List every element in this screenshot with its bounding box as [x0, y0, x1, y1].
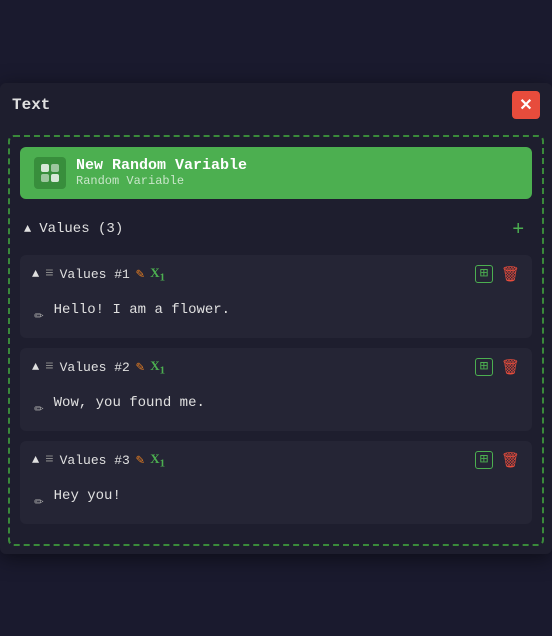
value-1-var-icon[interactable]: X1	[150, 265, 165, 284]
variable-name: New Random Variable	[76, 157, 247, 174]
value-1-text: Hello! I am a flower.	[54, 302, 230, 318]
values-section-left: ▲ Values (3)	[24, 221, 123, 237]
value-2-actions: ⊞ 🗑	[475, 358, 520, 377]
value-1-add-icon[interactable]: ⊞	[475, 265, 493, 283]
value-block-3: ▲ ≡ Values #3 ✎ X1 ⊞ 🗑 ✏ Hey you!	[20, 441, 532, 524]
value-header-left-1: ▲ ≡ Values #1 ✎ X1	[32, 265, 467, 284]
section-chevron-icon: ▲	[24, 222, 31, 236]
value-3-label: Values #3	[60, 453, 130, 468]
value-block-2: ▲ ≡ Values #2 ✎ X1 ⊞ 🗑 ✏ Wow, you found …	[20, 348, 532, 431]
value-1-delete-icon[interactable]: 🗑	[501, 265, 520, 284]
value-2-edit-icon[interactable]: ✎	[136, 359, 144, 376]
value-3-delete-icon[interactable]: 🗑	[501, 451, 520, 470]
variable-info: New Random Variable Random Variable	[76, 157, 247, 188]
value-3-actions: ⊞ 🗑	[475, 451, 520, 470]
value-1-pencil-icon: ✏	[34, 304, 44, 324]
value-2-content: ✏ Wow, you found me.	[20, 387, 532, 431]
value-2-delete-icon[interactable]: 🗑	[501, 358, 520, 377]
close-button[interactable]: ✕	[512, 91, 540, 119]
value-header-1: ▲ ≡ Values #1 ✎ X1 ⊞ 🗑	[20, 255, 532, 294]
value-2-var-icon[interactable]: X1	[150, 358, 165, 377]
value-header-left-3: ▲ ≡ Values #3 ✎ X1	[32, 451, 467, 470]
value-1-chevron-icon: ▲	[32, 267, 39, 281]
main-content: New Random Variable Random Variable ▲ Va…	[8, 135, 544, 546]
value-2-label: Values #2	[60, 360, 130, 375]
values-section-label: Values (3)	[39, 221, 123, 237]
value-2-drag-icon[interactable]: ≡	[45, 359, 53, 375]
add-value-button[interactable]: +	[508, 219, 528, 239]
value-1-edit-icon[interactable]: ✎	[136, 266, 144, 283]
value-header-2: ▲ ≡ Values #2 ✎ X1 ⊞ 🗑	[20, 348, 532, 387]
random-variable-icon	[39, 162, 61, 184]
value-2-text: Wow, you found me.	[54, 395, 205, 411]
value-1-actions: ⊞ 🗑	[475, 265, 520, 284]
value-2-chevron-icon: ▲	[32, 360, 39, 374]
title-bar: Text ✕	[0, 83, 552, 127]
value-1-drag-icon[interactable]: ≡	[45, 266, 53, 282]
variable-type: Random Variable	[76, 174, 247, 188]
value-3-drag-icon[interactable]: ≡	[45, 452, 53, 468]
value-1-label: Values #1	[60, 267, 130, 282]
variable-card: New Random Variable Random Variable	[20, 147, 532, 199]
value-3-pencil-icon: ✏	[34, 490, 44, 510]
variable-card-icon	[34, 157, 66, 189]
window-title: Text	[12, 96, 50, 114]
text-window: Text ✕ New Random Variable Random Variab…	[0, 83, 552, 554]
value-header-left-2: ▲ ≡ Values #2 ✎ X1	[32, 358, 467, 377]
value-3-chevron-icon: ▲	[32, 453, 39, 467]
value-3-edit-icon[interactable]: ✎	[136, 452, 144, 469]
value-1-content: ✏ Hello! I am a flower.	[20, 294, 532, 338]
value-3-add-icon[interactable]: ⊞	[475, 451, 493, 469]
value-3-var-icon[interactable]: X1	[150, 451, 165, 470]
value-3-content: ✏ Hey you!	[20, 480, 532, 524]
values-section-header: ▲ Values (3) +	[20, 213, 532, 245]
value-2-pencil-icon: ✏	[34, 397, 44, 417]
value-2-add-icon[interactable]: ⊞	[475, 358, 493, 376]
value-header-3: ▲ ≡ Values #3 ✎ X1 ⊞ 🗑	[20, 441, 532, 480]
value-block-1: ▲ ≡ Values #1 ✎ X1 ⊞ 🗑 ✏ Hello! I am a f…	[20, 255, 532, 338]
value-3-text: Hey you!	[54, 488, 121, 504]
